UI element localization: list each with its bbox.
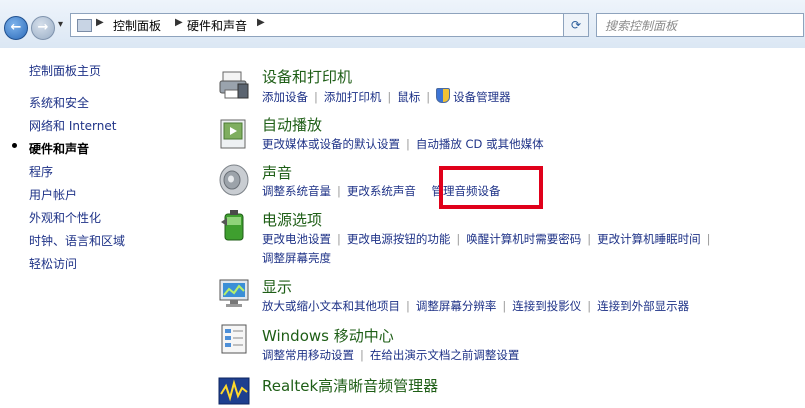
mobility-center-icon[interactable] [217, 322, 251, 356]
sidebar-item-clock-region[interactable]: 时钟、语言和区域 [29, 232, 125, 249]
link-external-display[interactable]: 连接到外部显示器 [597, 299, 689, 313]
link-divider: | [587, 299, 592, 313]
category-title[interactable]: 设备和打印机 [262, 66, 352, 87]
link-divider: | [406, 299, 410, 313]
link-presentation-settings[interactable]: 在给出演示文档之前调整设置 [370, 348, 520, 362]
category-title[interactable]: 显示 [262, 276, 292, 297]
link-mobility-settings[interactable]: 调整常用移动设置 [262, 348, 354, 362]
breadcrumb-separator-icon[interactable]: ▶ [96, 17, 104, 28]
toolbar: ← → ▾ ▶ 控制面板 ▶ 硬件和声音 ▶ ▾ ⟳ 搜索控制面板 [0, 0, 805, 49]
link-sleep-time[interactable]: 更改计算机睡眠时间 [597, 232, 701, 246]
category-title[interactable]: 电源选项 [262, 209, 322, 230]
link-divider: | [387, 90, 392, 104]
link-adjust-volume[interactable]: 调整系统音量 [262, 184, 331, 198]
link-divider: | [456, 232, 461, 246]
forward-arrow-icon: → [37, 20, 49, 35]
link-divider [422, 184, 426, 198]
link-add-printer[interactable]: 添加打印机 [324, 90, 382, 104]
link-mouse[interactable]: 鼠标 [397, 90, 420, 104]
forward-button[interactable]: → [31, 16, 55, 40]
breadcrumb-control-panel[interactable]: 控制面板 [113, 17, 161, 34]
search-input[interactable]: 搜索控制面板 [596, 13, 804, 37]
category-title[interactable]: Realtek高清晰音频管理器 [262, 375, 438, 396]
category-title[interactable]: 声音 [262, 162, 292, 183]
uac-shield-icon [436, 88, 451, 103]
printer-icon[interactable] [217, 68, 251, 102]
back-button[interactable]: ← [4, 16, 28, 40]
link-change-battery-settings[interactable]: 更改电池设置 [262, 232, 331, 246]
main-content: 设备和打印机 添加设备 | 添加打印机 | 鼠标 | 设备管理器 自动播放 更改媒体或设备的… [205, 48, 805, 405]
battery-icon[interactable] [217, 208, 251, 242]
link-add-device[interactable]: 添加设备 [262, 90, 308, 104]
link-divider: | [502, 299, 507, 313]
link-divider: | [426, 90, 431, 104]
sidebar-item-network[interactable]: 网络和 Internet [29, 117, 116, 134]
breadcrumb-hardware-sound[interactable]: 硬件和声音 [187, 17, 247, 34]
sidebar-item-ease-of-access[interactable]: 轻松访问 [29, 255, 77, 272]
speaker-icon[interactable] [217, 163, 251, 197]
search-placeholder: 搜索控制面板 [605, 19, 678, 33]
breadcrumb-separator-icon[interactable]: ▶ [175, 17, 183, 28]
link-text-size[interactable]: 放大或缩小文本和其他项目 [262, 299, 400, 313]
display-icon[interactable] [217, 276, 251, 310]
link-divider: | [706, 232, 711, 246]
link-change-sounds[interactable]: 更改系统声音 [347, 184, 416, 198]
category-title[interactable]: Windows 移动中心 [262, 325, 394, 346]
address-bar[interactable]: ▶ 控制面板 ▶ 硬件和声音 ▶ ▾ [70, 13, 589, 37]
link-require-password[interactable]: 唤醒计算机时需要密码 [466, 232, 581, 246]
sidebar-item-user-accounts[interactable]: 用户帐户 [29, 186, 77, 203]
refresh-icon: ⟳ [570, 18, 582, 32]
current-item-bullet [12, 143, 17, 148]
sidebar: 控制面板主页 系统和安全 网络和 Internet 硬件和声音 程序 用户帐户 … [0, 48, 205, 403]
sidebar-item-home[interactable]: 控制面板主页 [29, 62, 101, 79]
link-screen-resolution[interactable]: 调整屏幕分辨率 [416, 299, 497, 313]
category-links: 更改媒体或设备的默认设置 | 自动播放 CD 或其他媒体 [262, 136, 544, 152]
link-divider: | [314, 90, 318, 104]
breadcrumb-separator-icon[interactable]: ▶ [257, 17, 265, 28]
sidebar-item-programs[interactable]: 程序 [29, 163, 53, 180]
link-divider: | [406, 137, 410, 151]
link-change-default-settings[interactable]: 更改媒体或设备的默认设置 [262, 137, 400, 151]
link-power-button[interactable]: 更改电源按钮的功能 [347, 232, 451, 246]
link-divider: | [337, 232, 341, 246]
sidebar-item-system-security[interactable]: 系统和安全 [29, 94, 89, 111]
refresh-button[interactable]: ⟳ [563, 13, 589, 37]
sidebar-item-appearance[interactable]: 外观和个性化 [29, 209, 101, 226]
sidebar-item-hardware-sound[interactable]: 硬件和声音 [29, 140, 89, 157]
link-connect-projector[interactable]: 连接到投影仪 [512, 299, 581, 313]
category-title[interactable]: 自动播放 [262, 114, 322, 135]
highlight-box [439, 166, 543, 209]
link-divider: | [337, 184, 341, 198]
link-divider: | [360, 348, 364, 362]
link-device-manager[interactable]: 设备管理器 [453, 90, 511, 104]
category-links: 添加设备 | 添加打印机 | 鼠标 | 设备管理器 [262, 88, 511, 105]
back-arrow-icon: ← [10, 20, 22, 35]
link-autoplay-cd[interactable]: 自动播放 CD 或其他媒体 [416, 137, 544, 151]
control-panel-icon [77, 19, 92, 32]
link-adjust-brightness[interactable]: 调整屏幕亮度 [262, 251, 331, 265]
history-dropdown-icon[interactable]: ▾ [58, 19, 63, 30]
category-links: 更改电池设置 | 更改电源按钮的功能 | 唤醒计算机时需要密码 | 更改计算机睡眠时间 | [262, 231, 717, 247]
link-divider: | [587, 232, 592, 246]
category-links-row2: 调整屏幕亮度 [262, 250, 331, 266]
autoplay-icon[interactable] [217, 117, 251, 151]
category-links: 调整常用移动设置 | 在给出演示文档之前调整设置 [262, 347, 519, 363]
category-links: 放大或缩小文本和其他项目 | 调整屏幕分辨率 | 连接到投影仪 | 连接到外部显示器 [262, 298, 689, 314]
